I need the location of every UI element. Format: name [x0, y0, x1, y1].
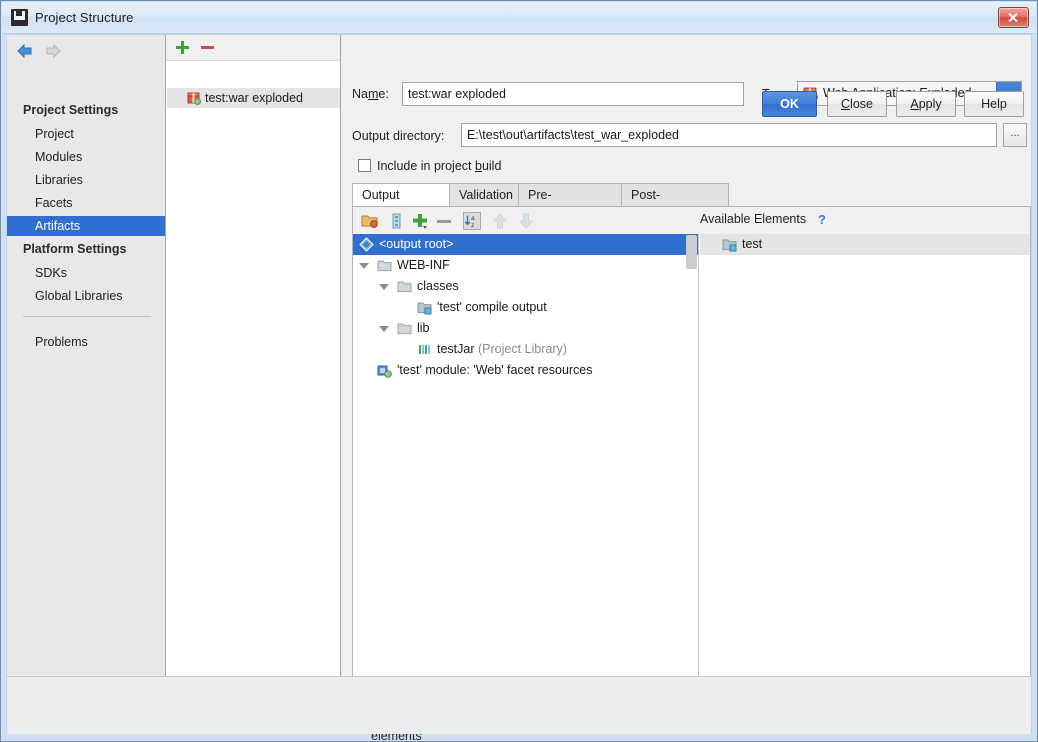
tree-row-label: <output root>: [379, 237, 454, 251]
tab-pre-processing[interactable]: Pre-processing: [518, 183, 622, 225]
tree-row[interactable]: 'test' module: 'Web' facet resources: [353, 360, 698, 381]
sidebar-group-platform-settings: Platform Settings: [23, 242, 127, 256]
svg-text:a: a: [471, 215, 475, 222]
list-item[interactable]: test: [700, 234, 1030, 255]
sidebar-item-global-libraries[interactable]: Global Libraries: [7, 286, 165, 306]
output-root-icon: [359, 237, 374, 252]
browse-output-directory-button[interactable]: ...: [1003, 123, 1027, 147]
module-icon: [722, 237, 737, 252]
folder-icon: [377, 258, 392, 273]
close-icon[interactable]: [998, 7, 1029, 28]
output-directory-input[interactable]: [461, 123, 997, 147]
help-icon[interactable]: ?: [818, 212, 826, 227]
remove-icon[interactable]: [435, 212, 453, 230]
apply-button[interactable]: Apply: [896, 91, 956, 117]
sort-alphabetically-icon[interactable]: a z: [463, 212, 481, 230]
dialog-button-bar: [7, 676, 1031, 734]
settings-sidebar: Project Settings Project Modules Librari…: [7, 35, 166, 676]
tree-row-label: classes: [417, 279, 459, 293]
facet-resources-icon: [377, 363, 392, 378]
sidebar-item-sdks[interactable]: SDKs: [7, 263, 165, 283]
available-elements-list: test: [700, 234, 1030, 677]
chevron-down-icon[interactable]: [379, 326, 389, 332]
sidebar-group-project-settings: Project Settings: [23, 103, 119, 117]
tree-scrollbar-thumb[interactable]: [686, 235, 697, 269]
tree-row[interactable]: testJar (Project Library): [353, 339, 698, 360]
tree-row[interactable]: classes: [353, 276, 698, 297]
tree-row-label: testJar (Project Library): [437, 342, 567, 356]
tab-output-layout[interactable]: Output Layout: [352, 183, 450, 225]
close-button[interactable]: Close: [827, 91, 887, 117]
sidebar-divider: [23, 316, 151, 317]
include-in-project-build-label: Include in project build: [377, 159, 502, 173]
library-icon: [417, 342, 432, 357]
name-label: Name:: [352, 87, 389, 101]
output-directory-label: Output directory:: [352, 129, 445, 143]
tree-row-label: lib: [417, 321, 430, 335]
window-title: Project Structure: [35, 10, 134, 25]
remove-artifact-button[interactable]: [201, 46, 214, 49]
title-bar: Project Structure: [2, 2, 1036, 34]
sidebar-item-problems[interactable]: Problems: [7, 332, 165, 352]
idea-icon: [11, 9, 28, 26]
tree-row[interactable]: 'test' compile output: [353, 297, 698, 318]
chevron-down-icon[interactable]: [379, 284, 389, 290]
move-up-icon: [491, 212, 509, 230]
tree-row-label: 'test' compile output: [437, 300, 547, 314]
tree-row[interactable]: lib: [353, 318, 698, 339]
editor-tabs: Output Layout Validation Pre-processing …: [352, 183, 1031, 225]
folder-icon: [397, 279, 412, 294]
tree-row[interactable]: <output root>: [353, 234, 698, 255]
move-down-icon: [517, 212, 535, 230]
sidebar-item-project[interactable]: Project: [7, 124, 165, 144]
ok-button[interactable]: OK: [762, 91, 817, 117]
project-structure-window: Project Structure Project Settings Proje…: [0, 0, 1038, 742]
tree-row-label: 'test' module: 'Web' facet resources: [397, 363, 593, 377]
chevron-down-icon[interactable]: [359, 263, 369, 269]
list-item-label: test: [742, 237, 763, 251]
forward-arrow-icon: [45, 44, 61, 58]
artifact-icon: [187, 91, 201, 105]
artifact-label: test:war exploded: [205, 91, 303, 105]
sidebar-item-modules[interactable]: Modules: [7, 147, 165, 167]
folder-icon: [397, 321, 412, 336]
create-directory-icon[interactable]: [361, 212, 379, 230]
dialog-content: Project Settings Project Modules Librari…: [6, 34, 1032, 741]
output-layout-panel: a z Available Elements ? <output root> W…: [352, 206, 1031, 677]
compile-output-icon: [417, 300, 432, 315]
sidebar-item-artifacts[interactable]: Artifacts: [7, 216, 165, 236]
svg-text:z: z: [471, 222, 474, 229]
name-input[interactable]: [402, 82, 744, 106]
create-archive-icon[interactable]: [387, 212, 405, 230]
output-layout-toolbar: a z Available Elements ?: [353, 207, 1030, 235]
back-arrow-icon[interactable]: [17, 44, 33, 58]
add-icon[interactable]: [411, 212, 429, 230]
tab-post-processing[interactable]: Post-processing: [621, 183, 729, 225]
artifact-editor: Name: Type: Web Application: Exploded Ou…: [342, 35, 1031, 741]
tab-validation[interactable]: Validation: [449, 183, 519, 207]
available-elements-label: Available Elements: [700, 212, 807, 226]
include-in-project-build-checkbox[interactable]: [358, 159, 371, 172]
tree-row-label: WEB-INF: [397, 258, 450, 272]
add-artifact-button[interactable]: [175, 40, 190, 55]
artifacts-list-panel: test:war exploded: [166, 35, 341, 676]
sidebar-item-libraries[interactable]: Libraries: [7, 170, 165, 190]
artifacts-toolbar: [166, 35, 340, 61]
output-layout-tree: <output root> WEB-INF classes 'test' com…: [353, 234, 699, 677]
tree-row[interactable]: WEB-INF: [353, 255, 698, 276]
help-button[interactable]: Help: [964, 91, 1024, 117]
list-item[interactable]: test:war exploded: [167, 88, 340, 108]
sidebar-item-facets[interactable]: Facets: [7, 193, 165, 213]
